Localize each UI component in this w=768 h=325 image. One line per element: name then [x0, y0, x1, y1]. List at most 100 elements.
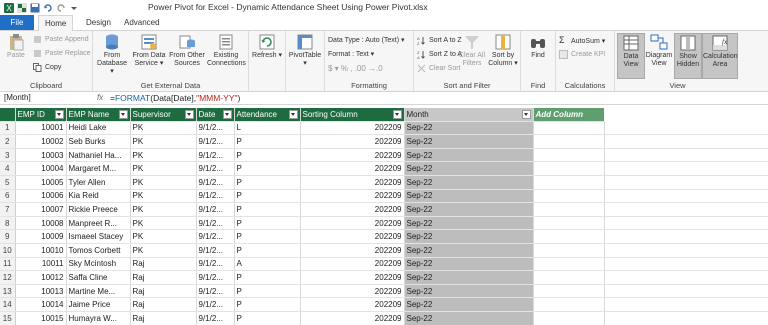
- cell-emp-name[interactable]: Tomos Corbett: [66, 243, 131, 258]
- table-row[interactable]: 10 10010 Tomos Corbett PK 9/1/2... P 202209 Sep…: [0, 243, 768, 258]
- existing-connections-button[interactable]: Existing Connections: [207, 33, 246, 68]
- col-header-supervisor[interactable]: Supervisor: [130, 108, 197, 122]
- cell-emp-name[interactable]: Tyler Allen: [66, 175, 131, 190]
- cell-date[interactable]: 9/1/2...: [196, 229, 235, 244]
- cell-month[interactable]: Sep-22: [404, 284, 534, 299]
- cell-date[interactable]: 9/1/2...: [196, 257, 235, 272]
- cell-attendance[interactable]: P: [234, 229, 301, 244]
- cell-emp-id[interactable]: 10008: [15, 216, 67, 231]
- cell-attendance[interactable]: P: [234, 189, 301, 204]
- cell-emp-name[interactable]: Manpreet R...: [66, 216, 131, 231]
- col-header-date[interactable]: Date: [196, 108, 235, 122]
- cell-emp-name[interactable]: Seb Burks: [66, 134, 131, 149]
- table-row[interactable]: 14 10014 Jaime Price Raj 9/1/2... P 202209 Sep-…: [0, 297, 768, 312]
- name-box[interactable]: [Month]: [4, 92, 90, 104]
- find-button[interactable]: Find: [524, 33, 552, 60]
- cell-add-column[interactable]: [533, 161, 605, 176]
- cell-date[interactable]: 9/1/2...: [196, 284, 235, 299]
- cell-emp-id[interactable]: 10005: [15, 175, 67, 190]
- cell-supervisor[interactable]: Raj: [130, 284, 197, 299]
- cell-emp-name[interactable]: Rickie Preece: [66, 202, 131, 217]
- row-number[interactable]: 14: [0, 297, 16, 312]
- table-row[interactable]: 15 10015 Humayra W... Raj 9/1/2... P 202209 Sep…: [0, 311, 768, 325]
- cell-month[interactable]: Sep-22: [404, 175, 534, 190]
- cell-month[interactable]: Sep-22: [404, 243, 534, 258]
- cell-emp-id[interactable]: 10003: [15, 148, 67, 163]
- cell-sorting-column[interactable]: 202209: [300, 202, 405, 217]
- save-icon[interactable]: [30, 3, 40, 13]
- paste-button[interactable]: Paste: [3, 33, 29, 60]
- copy-button[interactable]: Copy: [33, 63, 61, 72]
- table-row[interactable]: 12 10012 Saffa Cline Raj 9/1/2... P 202209 Sep-…: [0, 270, 768, 285]
- cell-emp-name[interactable]: Martine Me...: [66, 284, 131, 299]
- cell-date[interactable]: 9/1/2...: [196, 243, 235, 258]
- table-row[interactable]: 7 10007 Rickie Preece PK 9/1/2... P 202209 Sep-…: [0, 202, 768, 217]
- cell-month[interactable]: Sep-22: [404, 134, 534, 149]
- cell-date[interactable]: 9/1/2...: [196, 161, 235, 176]
- cell-attendance[interactable]: P: [234, 175, 301, 190]
- cell-sorting-column[interactable]: 202209: [300, 134, 405, 149]
- paste-append-button[interactable]: Paste Append: [33, 35, 89, 44]
- paste-replace-button[interactable]: Paste Replace: [33, 49, 91, 58]
- from-other-sources-button[interactable]: From Other Sources: [169, 33, 205, 68]
- cell-attendance[interactable]: L: [234, 121, 301, 136]
- cell-sorting-column[interactable]: 202209: [300, 257, 405, 272]
- col-header-attendance[interactable]: Attendance: [234, 108, 301, 122]
- cell-attendance[interactable]: P: [234, 216, 301, 231]
- number-format-buttons[interactable]: $ ▾ % , .00 →.0: [328, 64, 383, 73]
- cell-sorting-column[interactable]: 202209: [300, 229, 405, 244]
- cell-sorting-column[interactable]: 202209: [300, 311, 405, 325]
- row-number[interactable]: 15: [0, 311, 16, 325]
- cell-add-column[interactable]: [533, 148, 605, 163]
- from-database-button[interactable]: From Database ▾: [95, 33, 129, 76]
- refresh-button[interactable]: Refresh ▾: [251, 33, 283, 60]
- sort-a-to-z-button[interactable]: AZ Sort A to Z: [417, 36, 462, 45]
- cell-emp-name[interactable]: Heidi Lake: [66, 121, 131, 136]
- cell-supervisor[interactable]: PK: [130, 202, 197, 217]
- cell-sorting-column[interactable]: 202209: [300, 243, 405, 258]
- cell-date[interactable]: 9/1/2...: [196, 311, 235, 325]
- cell-add-column[interactable]: [533, 229, 605, 244]
- row-number[interactable]: 8: [0, 216, 16, 231]
- cell-sorting-column[interactable]: 202209: [300, 161, 405, 176]
- create-kpi-button[interactable]: Create KPI: [559, 50, 605, 59]
- cell-date[interactable]: 9/1/2...: [196, 216, 235, 231]
- cell-emp-name[interactable]: Saffa Cline: [66, 270, 131, 285]
- row-number[interactable]: 2: [0, 134, 16, 149]
- cell-attendance[interactable]: P: [234, 270, 301, 285]
- filter-dropdown-icon[interactable]: [288, 110, 298, 119]
- cell-date[interactable]: 9/1/2...: [196, 175, 235, 190]
- cell-date[interactable]: 9/1/2...: [196, 297, 235, 312]
- fx-icon[interactable]: fx: [97, 92, 103, 104]
- table-row[interactable]: 13 10013 Martine Me... Raj 9/1/2... P 202209 Se…: [0, 284, 768, 299]
- cell-attendance[interactable]: P: [234, 311, 301, 325]
- col-header-add-column[interactable]: Add Column: [533, 108, 604, 122]
- cell-sorting-column[interactable]: 202209: [300, 270, 405, 285]
- cell-supervisor[interactable]: PK: [130, 175, 197, 190]
- cell-emp-name[interactable]: Nathaniel Ha...: [66, 148, 131, 163]
- cell-supervisor[interactable]: Raj: [130, 257, 197, 272]
- cell-supervisor[interactable]: PK: [130, 216, 197, 231]
- cell-emp-id[interactable]: 10012: [15, 270, 67, 285]
- filter-dropdown-icon[interactable]: [184, 110, 194, 119]
- row-number[interactable]: 6: [0, 189, 16, 204]
- format-dropdown[interactable]: Format : Text ▾: [328, 50, 374, 58]
- cell-add-column[interactable]: [533, 311, 605, 325]
- cell-supervisor[interactable]: Raj: [130, 311, 197, 325]
- row-number[interactable]: 13: [0, 284, 16, 299]
- cell-month[interactable]: Sep-22: [404, 257, 534, 272]
- tab-file[interactable]: File: [0, 15, 34, 30]
- cell-attendance[interactable]: P: [234, 284, 301, 299]
- table-row[interactable]: 5 10005 Tyler Allen PK 9/1/2... P 202209 Sep-22: [0, 175, 768, 190]
- cell-month[interactable]: Sep-22: [404, 148, 534, 163]
- table-row[interactable]: 1 10001 Heidi Lake PK 9/1/2... L 202209 Sep-22: [0, 121, 768, 136]
- cell-date[interactable]: 9/1/2...: [196, 270, 235, 285]
- row-number[interactable]: 3: [0, 148, 16, 163]
- redo-icon[interactable]: [56, 3, 66, 13]
- cell-emp-id[interactable]: 10014: [15, 297, 67, 312]
- row-number[interactable]: 4: [0, 161, 16, 176]
- cell-emp-name[interactable]: Humayra W...: [66, 311, 131, 325]
- table-row[interactable]: 9 10009 Ismaeel Stacey PK 9/1/2... P 202209 Sep…: [0, 229, 768, 244]
- cell-add-column[interactable]: [533, 202, 605, 217]
- cell-month[interactable]: Sep-22: [404, 121, 534, 136]
